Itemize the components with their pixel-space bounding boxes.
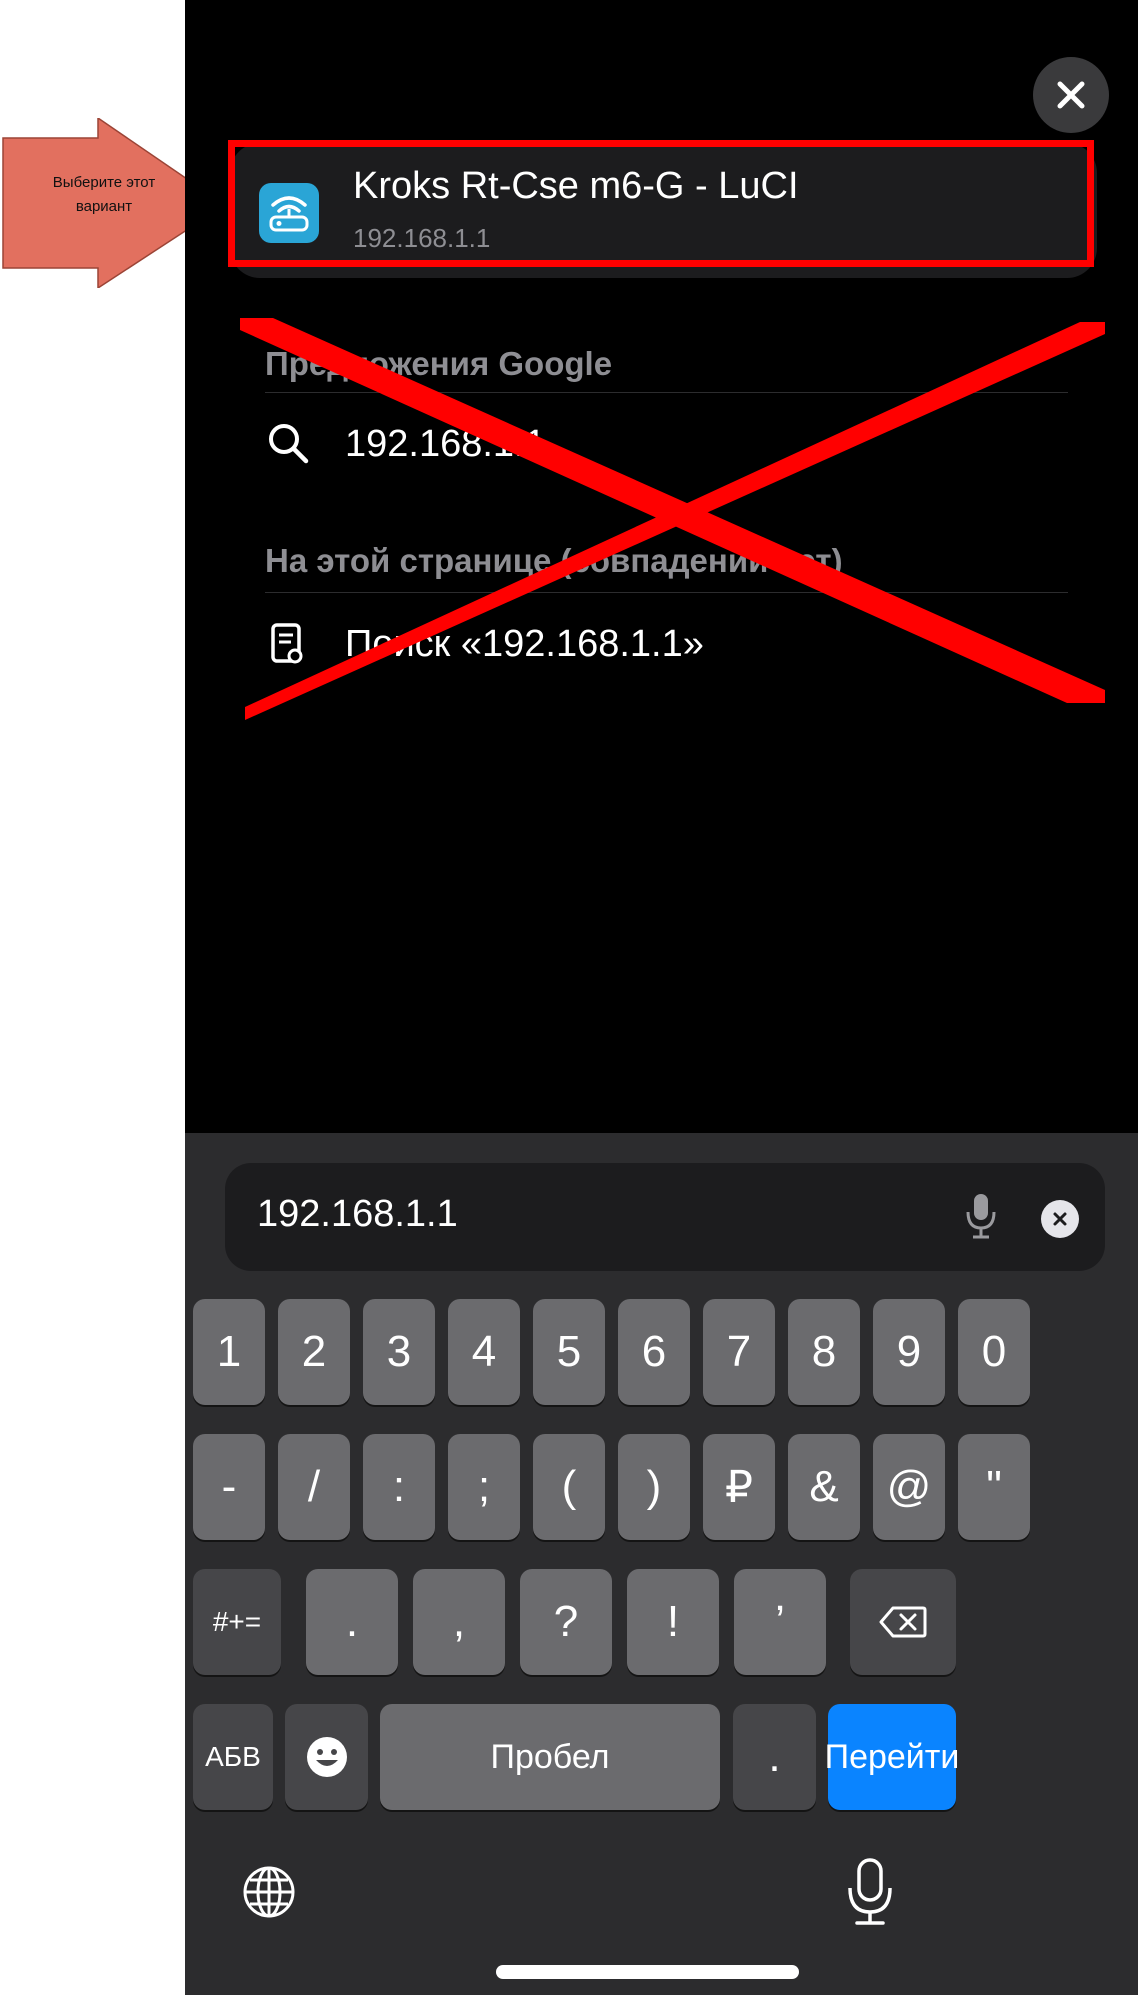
clear-button[interactable] [1041,1200,1079,1238]
key-2[interactable]: 2 [278,1299,350,1405]
on-page-heading: На этой странице (совпадений нет) [265,542,843,579]
key-7[interactable]: 7 [703,1299,775,1405]
key-8[interactable]: 8 [788,1299,860,1405]
key-0[interactable]: 0 [958,1299,1030,1405]
backspace-key[interactable] [850,1569,956,1675]
key-ampersand[interactable]: & [788,1434,860,1540]
key-abc[interactable]: АБВ [193,1704,273,1810]
suggestion-item[interactable]: 192.168.1.1 [345,423,546,466]
key-3[interactable]: 3 [363,1299,435,1405]
key-more-symbols[interactable]: #+= [193,1569,281,1675]
backspace-icon [879,1606,927,1638]
emoji-key[interactable] [285,1704,368,1810]
key-period-bottom[interactable]: . [733,1704,816,1810]
annotation-callout-text: Выберите этот вариант [52,174,156,215]
microphone-icon[interactable] [963,1190,999,1247]
keyboard: 192.168.1.1 1 2 3 4 5 6 7 8 9 0 - /: ; … [185,1133,1138,1995]
document-search-icon [267,622,307,673]
key-question[interactable]: ? [520,1569,612,1675]
dictation-microphone-icon[interactable] [845,1856,895,1933]
space-key[interactable]: Пробел [380,1704,720,1810]
key-quote[interactable]: " [958,1434,1030,1540]
highlight-box [228,140,1094,267]
close-button[interactable] [1033,57,1109,133]
globe-icon[interactable] [242,1865,296,1924]
divider [265,592,1068,593]
key-colon[interactable]: : [363,1434,435,1540]
key-slash[interactable]: / [278,1434,350,1540]
key-5[interactable]: 5 [533,1299,605,1405]
phone-screen: Kroks Rt-Cse m6-G - LuCI 192.168.1.1 Пре… [185,0,1138,1995]
key-hyphen[interactable]: - [193,1434,265,1540]
key-1[interactable]: 1 [193,1299,265,1405]
key-9[interactable]: 9 [873,1299,945,1405]
go-button[interactable]: Перейти [825,1704,959,1810]
key-6[interactable]: 6 [618,1299,690,1405]
key-at[interactable]: @ [873,1434,945,1540]
search-field-value: 192.168.1.1 [257,1193,458,1235]
key-ruble[interactable]: ₽ [703,1434,775,1540]
emoji-icon [306,1737,347,1777]
google-suggestions-heading: Предложения Google [265,345,613,382]
key-period[interactable]: . [306,1569,398,1675]
home-indicator [496,1965,799,1979]
key-open-paren[interactable]: ( [533,1434,605,1540]
key-exclamation[interactable]: ! [627,1569,719,1675]
key-close-paren[interactable]: ) [618,1434,690,1540]
key-comma[interactable]: , [413,1569,505,1675]
key-apostrophe[interactable]: ’ [734,1569,826,1675]
search-icon [267,422,309,469]
close-icon [1057,81,1085,109]
key-4[interactable]: 4 [448,1299,520,1405]
search-field[interactable]: 192.168.1.1 [225,1163,1105,1271]
key-semicolon[interactable]: ; [448,1434,520,1540]
clear-icon [1053,1212,1067,1226]
divider [265,392,1068,393]
find-on-page-item[interactable]: Поиск «192.168.1.1» [345,623,704,666]
